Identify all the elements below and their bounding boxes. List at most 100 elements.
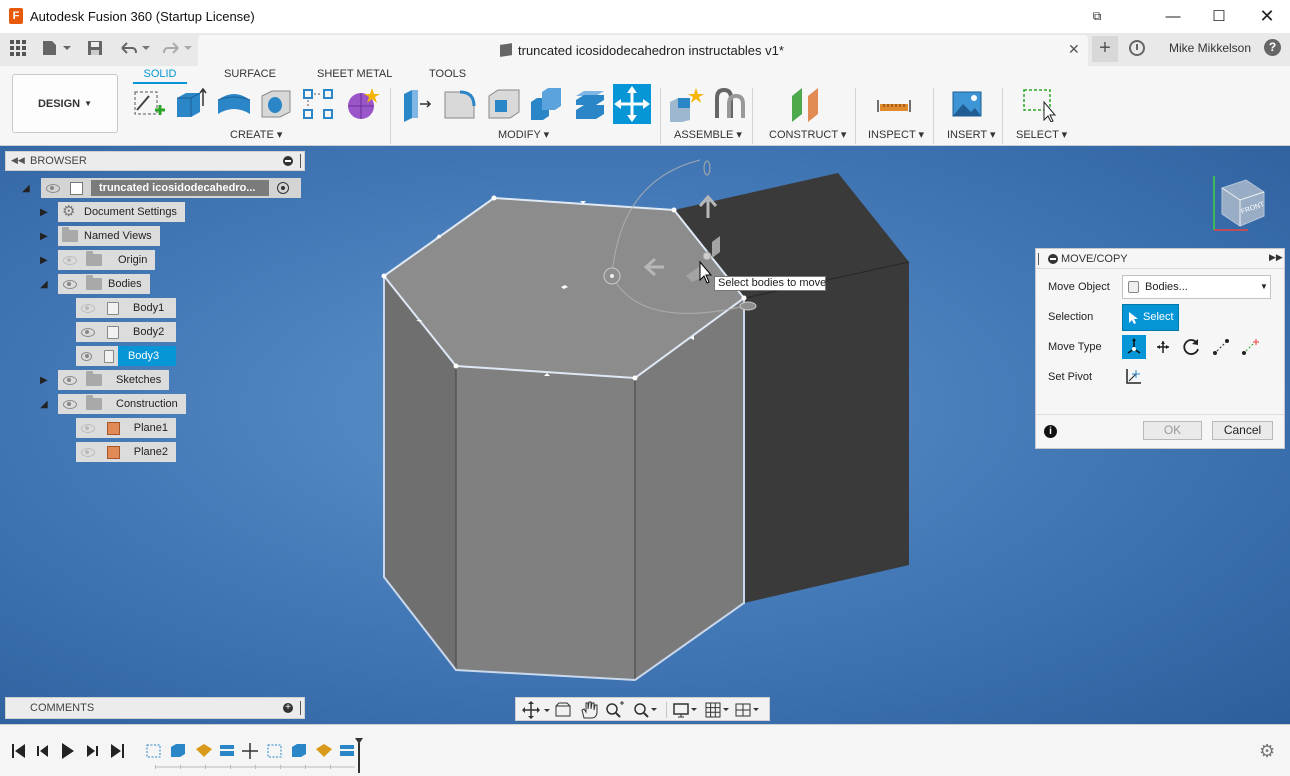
point-to-position-icon[interactable] xyxy=(1240,337,1260,357)
browser-item-origin[interactable]: Origin xyxy=(58,250,156,270)
activate-radio-icon[interactable] xyxy=(277,182,289,194)
comments-panel[interactable]: COMMENTS + xyxy=(5,697,305,719)
apps-grid-icon[interactable] xyxy=(8,38,28,58)
play-icon[interactable] xyxy=(62,743,74,759)
dialog-header[interactable]: MOVE/COPY ▶▶ xyxy=(1036,249,1284,269)
view-cube[interactable]: FRONT xyxy=(1200,158,1275,243)
hole-icon[interactable] xyxy=(258,86,294,122)
orbit-icon[interactable] xyxy=(522,701,550,719)
ok-button[interactable]: OK xyxy=(1143,421,1202,440)
visibility-eye-icon[interactable] xyxy=(81,423,95,433)
display-settings-icon[interactable] xyxy=(673,703,697,718)
move-type-free-button[interactable] xyxy=(1122,335,1146,359)
visibility-eye-icon[interactable] xyxy=(81,351,93,361)
help-icon[interactable]: ? xyxy=(1264,39,1281,56)
selection-select-button[interactable]: Select xyxy=(1122,304,1179,331)
press-pull-icon[interactable] xyxy=(398,86,434,122)
select-window-icon[interactable] xyxy=(1022,86,1058,122)
visibility-eye-icon[interactable] xyxy=(63,279,77,289)
browser-item-body3[interactable]: Body3 xyxy=(76,346,176,366)
viewports-icon[interactable] xyxy=(735,703,759,717)
revolve-icon[interactable] xyxy=(216,86,252,122)
close-window-button[interactable]: ✕ xyxy=(1244,0,1290,32)
go-to-end-icon[interactable] xyxy=(111,744,124,758)
construct-menu[interactable]: CONSTRUCT ▾ xyxy=(769,128,846,141)
grid-settings-icon[interactable] xyxy=(705,702,729,718)
visibility-eye-icon[interactable] xyxy=(81,303,95,313)
cancel-button[interactable]: Cancel xyxy=(1212,421,1273,440)
look-at-icon[interactable] xyxy=(555,702,571,717)
step-forward-icon[interactable] xyxy=(87,745,98,757)
minimize-button[interactable]: — xyxy=(1150,0,1196,32)
collapse-triangle-icon[interactable]: ◢ xyxy=(40,399,52,411)
go-to-start-icon[interactable] xyxy=(12,744,25,758)
expand-dialog-icon[interactable]: ▶▶ xyxy=(1269,252,1283,263)
visibility-eye-icon[interactable] xyxy=(63,399,77,409)
file-menu-icon[interactable] xyxy=(40,38,72,58)
undo-icon[interactable] xyxy=(118,38,152,58)
browser-item-body1[interactable]: Body1 xyxy=(76,298,176,318)
measure-icon[interactable] xyxy=(876,86,912,122)
browser-item-body2[interactable]: Body2 xyxy=(76,322,176,342)
document-tab[interactable]: truncated icosidodecahedron instructable… xyxy=(198,35,1088,66)
translate-icon[interactable] xyxy=(1153,337,1173,357)
workspace-switcher[interactable]: DESIGN ▼ xyxy=(12,74,118,133)
modify-menu[interactable]: MODIFY ▾ xyxy=(498,128,549,141)
extrude-icon[interactable] xyxy=(172,86,208,122)
joint-icon[interactable] xyxy=(711,86,747,122)
assemble-menu[interactable]: ASSEMBLE ▾ xyxy=(674,128,742,141)
redo-icon[interactable] xyxy=(160,38,194,58)
expand-triangle-icon[interactable]: ▶ xyxy=(40,207,52,219)
browser-item-sketches[interactable]: Sketches xyxy=(58,370,170,390)
zoom-icon[interactable] xyxy=(606,701,624,718)
create-form-icon[interactable] xyxy=(344,86,380,122)
browser-item-named-views[interactable]: Named Views xyxy=(58,226,160,246)
combine-icon[interactable] xyxy=(528,86,564,122)
panel-drag-handle[interactable] xyxy=(300,701,301,715)
add-comment-icon[interactable]: + xyxy=(283,703,293,713)
tab-solid[interactable]: SOLID xyxy=(133,68,187,84)
split-body-icon[interactable] xyxy=(572,86,608,122)
browser-item-bodies[interactable]: Bodies xyxy=(58,274,150,294)
move-copy-tool[interactable] xyxy=(613,84,651,124)
collapse-triangle-icon[interactable]: ◢ xyxy=(40,279,52,291)
timeline-marker[interactable] xyxy=(355,738,363,773)
fillet-icon[interactable] xyxy=(442,86,478,122)
user-account[interactable]: Mike Mikkelson xyxy=(1169,41,1251,55)
job-status-icon[interactable] xyxy=(1129,40,1145,56)
body-prism-front-face[interactable] xyxy=(456,366,635,680)
tab-surface[interactable]: SURFACE xyxy=(224,68,276,80)
browser-item-plane2[interactable]: Plane2 xyxy=(76,442,176,462)
rotate-icon[interactable] xyxy=(1182,337,1202,357)
browser-item-plane1[interactable]: Plane1 xyxy=(76,418,176,438)
inspect-menu[interactable]: INSPECT ▾ xyxy=(868,128,924,141)
step-back-icon[interactable] xyxy=(37,745,48,757)
expand-triangle-icon[interactable]: ▶ xyxy=(40,255,52,267)
visibility-eye-icon[interactable] xyxy=(63,375,77,385)
insert-menu[interactable]: INSERT ▾ xyxy=(947,128,996,141)
browser-item-document-settings[interactable]: ⚙ Document Settings xyxy=(58,202,185,222)
minimize-dialog-icon[interactable] xyxy=(1048,254,1058,264)
expand-triangle-icon[interactable]: ▶ xyxy=(40,375,52,387)
close-tab-icon[interactable]: ✕ xyxy=(1068,41,1080,58)
insert-image-icon[interactable] xyxy=(949,86,985,122)
create-sketch-icon[interactable] xyxy=(131,86,167,122)
tab-sheet-metal[interactable]: SHEET METAL xyxy=(317,68,392,80)
maximize-button[interactable]: ☐ xyxy=(1196,0,1242,32)
collapse-panel-icon[interactable]: ◀◀ xyxy=(11,155,25,166)
drag-handle[interactable] xyxy=(1038,253,1039,265)
visibility-eye-icon[interactable] xyxy=(46,183,60,193)
select-menu[interactable]: SELECT ▾ xyxy=(1016,128,1067,141)
rectangular-pattern-icon[interactable] xyxy=(300,86,336,122)
collapse-triangle-icon[interactable]: ◢ xyxy=(22,183,34,195)
new-tab-button[interactable]: + xyxy=(1092,36,1118,62)
info-icon[interactable]: i xyxy=(1044,425,1057,438)
save-icon[interactable] xyxy=(86,38,104,58)
visibility-eye-icon[interactable] xyxy=(81,447,95,457)
timeline-features[interactable] xyxy=(146,743,354,759)
expand-triangle-icon[interactable]: ▶ xyxy=(40,231,52,243)
zoom-window-icon[interactable] xyxy=(634,703,657,718)
browser-root-node[interactable]: truncated icosidodecahedro... xyxy=(41,178,301,198)
visibility-eye-icon[interactable] xyxy=(63,255,77,265)
new-component-icon[interactable] xyxy=(668,86,704,122)
